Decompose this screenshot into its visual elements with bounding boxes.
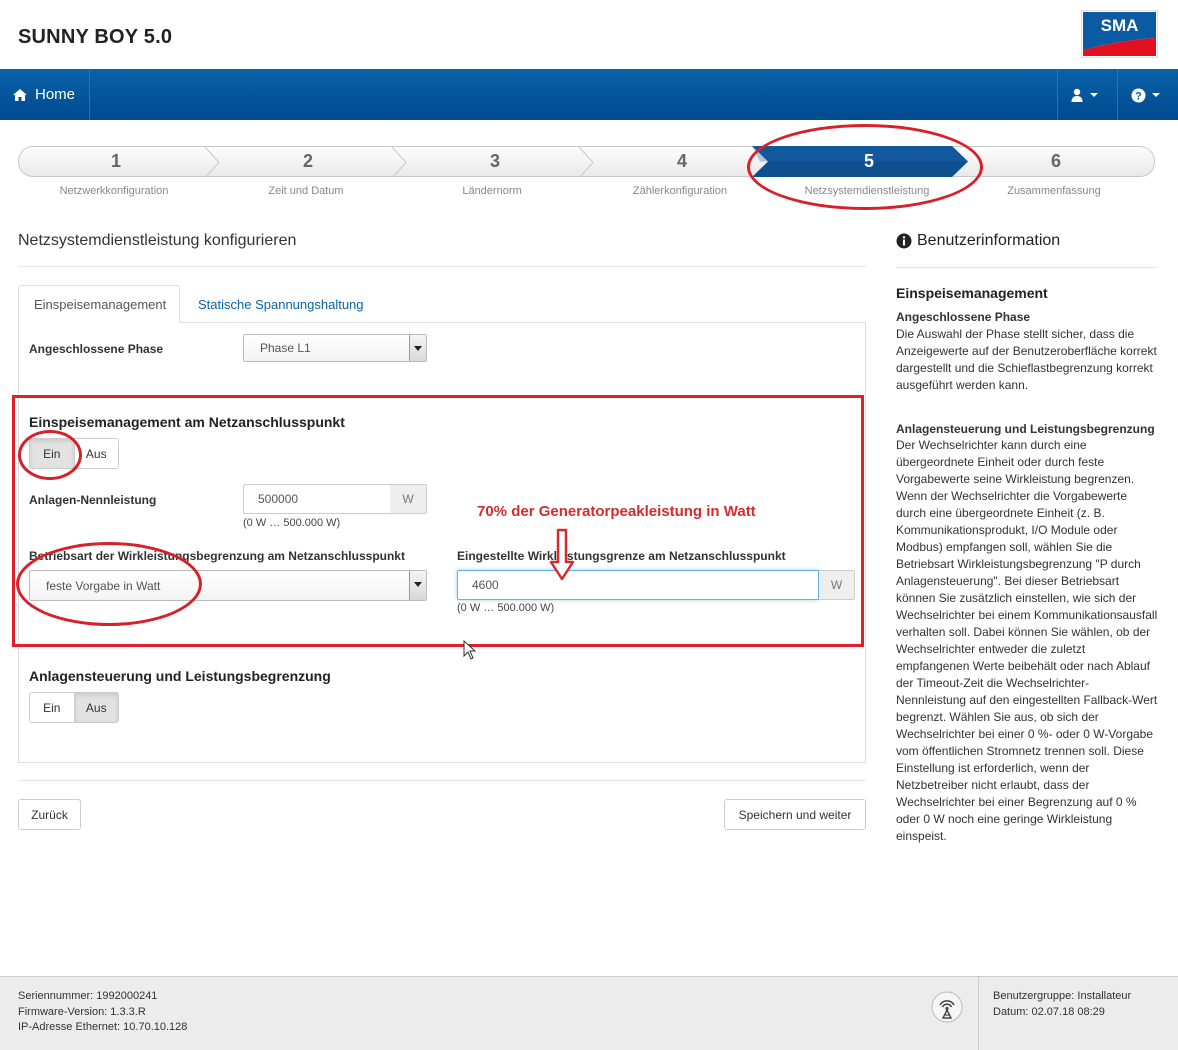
page-title: Netzsystemdienstleistung konfigurieren bbox=[18, 232, 297, 249]
sma-logo: SMA bbox=[1081, 10, 1158, 58]
wizard-step-number[interactable]: 6 bbox=[1036, 151, 1076, 172]
wizard-step-label: Ländernorm bbox=[462, 185, 522, 197]
footer-firmware: Firmware-Version: 1.3.3.R bbox=[18, 1006, 146, 1018]
divider bbox=[18, 780, 866, 781]
sidebar-heading: Einspeisemanagement bbox=[896, 285, 1048, 301]
control-off-button[interactable]: Aus bbox=[73, 693, 118, 722]
save-continue-button[interactable]: Speichern und weiter bbox=[724, 799, 866, 830]
wizard-step-label: Zeit und Datum bbox=[268, 185, 344, 197]
home-icon bbox=[13, 88, 27, 101]
sidebar-paragraph: Die Auswahl der Phase stellt sicher, das… bbox=[896, 327, 1157, 392]
app-root: SUNNY BOY 5.0 SMA Home ? 1 2 3 4 5 6 Net… bbox=[0, 0, 1178, 1050]
help-menu-button[interactable]: ? bbox=[1131, 83, 1160, 107]
phase-select-value: Phase L1 bbox=[260, 341, 311, 355]
svg-text:?: ? bbox=[1135, 90, 1142, 102]
back-button[interactable]: Zurück bbox=[18, 799, 81, 830]
wizard-step-number[interactable]: 1 bbox=[96, 151, 136, 172]
footer-separator bbox=[978, 977, 979, 1050]
phase-label: Angeschlossene Phase bbox=[29, 342, 164, 356]
annotation-ellipse bbox=[18, 430, 82, 480]
top-header: SUNNY BOY 5.0 SMA bbox=[0, 0, 1178, 69]
footer-date: Datum: 02.07.18 08:29 bbox=[993, 1006, 1105, 1018]
sidebar-title-text: Benutzerinformation bbox=[917, 232, 1061, 249]
sidebar-title: Benutzerinformation bbox=[896, 232, 1060, 250]
wizard-step-label: Netzwerkkonfiguration bbox=[59, 185, 169, 197]
sidebar-subheading: Angeschlossene Phase bbox=[896, 310, 1031, 324]
caret-down-icon bbox=[1090, 93, 1098, 97]
divider bbox=[896, 267, 1158, 268]
user-icon bbox=[1071, 88, 1083, 102]
divider bbox=[18, 266, 866, 267]
wizard-step-label: Zählerkonfiguration bbox=[632, 185, 728, 197]
annotation-text: 70% der Generatorpeakleistung in Watt bbox=[477, 503, 756, 520]
nav-separator bbox=[1117, 69, 1118, 120]
tab-einspeisemanagement[interactable]: Einspeisemanagement bbox=[18, 285, 180, 323]
footer-serial: Seriennummer: 1992000241 bbox=[18, 990, 158, 1002]
svg-text:SMA: SMA bbox=[1101, 16, 1139, 35]
nav-separator bbox=[1057, 69, 1058, 120]
tab-statische-spannungshaltung[interactable]: Statische Spannungshaltung bbox=[198, 285, 364, 323]
wizard-step-number[interactable]: 4 bbox=[662, 151, 702, 172]
nav-home-link[interactable]: Home bbox=[0, 69, 91, 120]
connection-status-icon[interactable] bbox=[931, 991, 963, 1023]
sidebar-paragraph: Der Wechselrichter kann durch eine überg… bbox=[896, 438, 1158, 843]
wizard-step-number[interactable]: 3 bbox=[475, 151, 515, 172]
caret-down-icon bbox=[1152, 93, 1160, 97]
mouse-cursor-icon bbox=[463, 640, 477, 660]
footer-user-group: Benutzergruppe: Installateur bbox=[993, 990, 1132, 1002]
annotation-ellipse bbox=[747, 124, 983, 210]
device-title: SUNNY BOY 5.0 bbox=[18, 26, 173, 48]
wizard-step-label: Zusammenfassung bbox=[1007, 185, 1101, 197]
control-toggle: Ein Aus bbox=[29, 692, 119, 723]
wizard-step-number[interactable]: 2 bbox=[288, 151, 328, 172]
sidebar-subheading: Anlagensteuerung und Leistungsbegrenzung bbox=[896, 422, 1155, 436]
phase-select[interactable]: Phase L1 bbox=[243, 334, 427, 362]
wizard-progress-bar bbox=[18, 146, 1155, 177]
control-on-button[interactable]: Ein bbox=[30, 693, 74, 722]
help-icon: ? bbox=[1131, 88, 1146, 102]
dropdown-arrow-icon bbox=[409, 335, 426, 361]
user-menu-button[interactable] bbox=[1070, 83, 1098, 107]
footer: Seriennummer: 1992000241 Firmware-Versio… bbox=[0, 976, 1178, 1050]
info-icon bbox=[896, 233, 912, 249]
control-section-title: Anlagensteuerung und Leistungsbegrenzung bbox=[29, 668, 331, 684]
footer-ip: IP-Adresse Ethernet: 10.70.10.128 bbox=[18, 1021, 188, 1033]
navbar: Home ? bbox=[0, 69, 1178, 120]
nav-home-label: Home bbox=[35, 86, 76, 103]
wizard-separators bbox=[204, 147, 594, 176]
annotation-arrow-icon bbox=[549, 528, 575, 581]
annotation-ellipse bbox=[16, 542, 202, 626]
